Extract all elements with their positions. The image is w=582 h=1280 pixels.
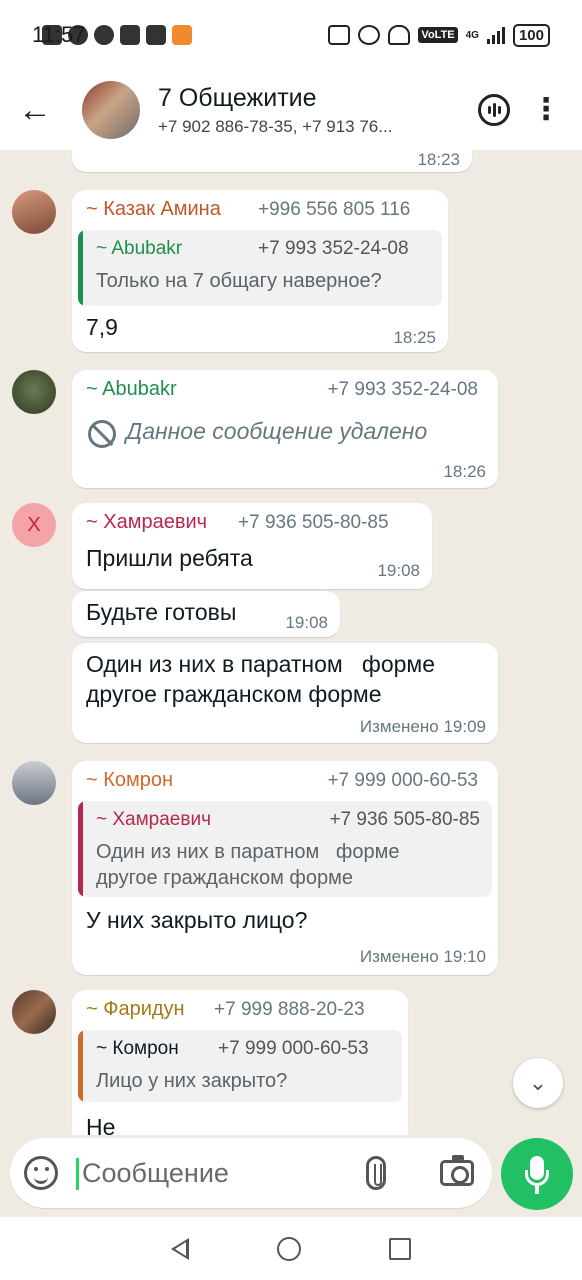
message-time: 18:25 bbox=[393, 328, 436, 347]
message-bubble[interactable]: 18:23 bbox=[72, 150, 472, 172]
mic-button[interactable] bbox=[501, 1138, 573, 1210]
quoted-message[interactable]: ~ Хамраевич +7 936 505-80-85 Один из них… bbox=[78, 801, 492, 897]
scroll-down-button[interactable]: ⌄ bbox=[513, 1058, 563, 1108]
message-bubble[interactable]: ~ Комрон +7 999 000-60-53 ~ Хамраевич +7… bbox=[72, 761, 498, 975]
quote-phone: +7 993 352-24-08 bbox=[258, 238, 409, 259]
app-icon bbox=[172, 25, 192, 45]
sticker-icon[interactable] bbox=[24, 1156, 58, 1190]
app-icon bbox=[120, 25, 140, 45]
sender-name: ~ Фаридун bbox=[86, 998, 185, 1020]
message-time: 18:26 bbox=[443, 462, 486, 481]
avatar[interactable] bbox=[12, 370, 56, 414]
message-bubble[interactable]: ~ Хамраевич +7 936 505-80-85 Пришли ребя… bbox=[72, 503, 432, 589]
sender-name: ~ Хамраевич bbox=[86, 511, 208, 533]
quoted-message[interactable]: ~ Комрон +7 999 000-60-53 Лицо у них зак… bbox=[78, 1030, 402, 1102]
network-gen-label: 4G bbox=[465, 29, 479, 41]
text-cursor bbox=[76, 1158, 79, 1190]
message-text: У них закрыто лицо? bbox=[86, 907, 308, 933]
message-time: Изменено 19:10 bbox=[359, 947, 486, 966]
quote-bar bbox=[78, 801, 83, 897]
quote-text: Только на 7 общагу наверное? bbox=[96, 270, 382, 292]
avatar[interactable] bbox=[12, 761, 56, 805]
back-button[interactable]: ← bbox=[0, 70, 70, 150]
volte-label: VoLTE bbox=[418, 27, 458, 43]
app-icon bbox=[94, 25, 114, 45]
signal-icon bbox=[486, 26, 505, 44]
nav-recents-icon[interactable] bbox=[389, 1237, 411, 1260]
message-time: 18:23 bbox=[417, 150, 460, 169]
chat-header: ← 7 Общежитие +7 902 886-78-35, +7 913 7… bbox=[0, 70, 582, 150]
message-bubble[interactable]: ~ Abubakr +7 993 352-24-08 Данное сообще… bbox=[72, 370, 498, 488]
message-text: Будьте готовы bbox=[86, 599, 237, 625]
system-nav-bar bbox=[0, 1217, 582, 1280]
scroll-down-icon: ⌄ bbox=[528, 1070, 548, 1095]
quote-text-line: Один из них в паратном форме bbox=[96, 841, 400, 863]
quote-sender: ~ Хамраевич bbox=[96, 809, 211, 830]
quoted-message[interactable]: ~ Abubakr +7 993 352-24-08 Только на 7 о… bbox=[78, 230, 442, 306]
sender-name: ~ Abubakr bbox=[86, 378, 177, 400]
quote-bar bbox=[78, 230, 83, 306]
avatar[interactable]: X bbox=[12, 503, 56, 547]
message-input-bar[interactable] bbox=[10, 1138, 492, 1208]
camera-icon[interactable] bbox=[440, 1155, 474, 1186]
mic-icon-stand bbox=[535, 1186, 539, 1194]
sender-phone: +7 936 505-80-85 bbox=[238, 512, 389, 533]
more-vert-icon: ⋮ bbox=[531, 93, 561, 126]
status-bar: 11:57 VoLTE 4G 100 bbox=[0, 0, 582, 70]
chat-title-area[interactable]: 7 Общежитие +7 902 886-78-35, +7 913 76.… bbox=[158, 84, 448, 137]
message-text-line: Один из них в паратном форме bbox=[86, 651, 436, 677]
message-text-line: другое гражданском форме bbox=[86, 681, 382, 707]
message-text: 7,9 bbox=[86, 314, 118, 340]
message-list[interactable]: 18:23 ~ Казак Амина +996 556 805 116 ~ A… bbox=[0, 150, 582, 1135]
alarm-icon bbox=[358, 25, 381, 45]
sender-phone: +7 999 000-60-53 bbox=[327, 770, 478, 791]
nav-back-icon[interactable] bbox=[171, 1237, 189, 1260]
quote-phone: +7 936 505-80-85 bbox=[329, 809, 480, 830]
avatar-letter: X bbox=[27, 513, 41, 536]
voice-chat-button[interactable] bbox=[472, 88, 516, 132]
group-avatar[interactable] bbox=[82, 81, 140, 139]
deleted-icon bbox=[88, 420, 116, 448]
message-time: 19:08 bbox=[285, 613, 328, 632]
headphones-icon bbox=[388, 25, 411, 45]
quote-text-line: другое гражданском форме bbox=[96, 867, 353, 889]
message-time: 19:08 bbox=[377, 561, 420, 580]
message-time: Изменено 19:09 bbox=[359, 717, 486, 736]
sender-phone: +7 999 888-20-23 bbox=[214, 999, 365, 1020]
nav-home-icon[interactable] bbox=[277, 1236, 301, 1261]
attach-icon[interactable] bbox=[366, 1156, 386, 1190]
message-text: Пришли ребята bbox=[86, 545, 253, 571]
composer bbox=[0, 1135, 582, 1217]
mic-icon-cup bbox=[525, 1170, 549, 1186]
message-input[interactable] bbox=[82, 1154, 342, 1192]
sender-name: ~ Комрон bbox=[86, 769, 174, 791]
message-bubble[interactable]: ~ Казак Амина +996 556 805 116 ~ Abubakr… bbox=[72, 190, 448, 352]
quote-text: Лицо у них закрыто? bbox=[96, 1070, 288, 1092]
sender-name: ~ Казак Амина bbox=[86, 198, 221, 220]
avatar[interactable] bbox=[12, 190, 56, 234]
more-options-button[interactable]: ⋮ bbox=[524, 88, 568, 132]
battery-indicator: 100 bbox=[512, 23, 550, 47]
system-icons: VoLTE 4G 100 bbox=[328, 23, 550, 47]
status-time: 11:57 bbox=[32, 22, 86, 47]
nfc-icon bbox=[328, 25, 351, 45]
chat-subtitle: +7 902 886-78-35, +7 913 76... bbox=[158, 116, 393, 136]
message-text: Данное сообщение удалено bbox=[126, 418, 428, 444]
message-bubble[interactable]: Один из них в паратном форме другое граж… bbox=[72, 643, 498, 743]
chat-title: 7 Общежитие bbox=[158, 83, 317, 112]
avatar[interactable] bbox=[12, 990, 56, 1034]
message-bubble[interactable]: ~ Фаридун +7 999 888-20-23 ~ Комрон +7 9… bbox=[72, 990, 408, 1135]
voice-chat-icon bbox=[478, 94, 510, 126]
app-icon bbox=[146, 25, 166, 45]
back-arrow-icon: ← bbox=[18, 90, 52, 129]
message-text: Не bbox=[86, 1114, 116, 1135]
quote-sender: ~ Комрон bbox=[96, 1038, 179, 1059]
sender-phone: +7 993 352-24-08 bbox=[327, 379, 478, 400]
quote-phone: +7 999 000-60-53 bbox=[218, 1038, 369, 1059]
quote-sender: ~ Abubakr bbox=[96, 238, 183, 259]
sender-phone: +996 556 805 116 bbox=[258, 199, 411, 220]
message-bubble[interactable]: Будьте готовы 19:08 bbox=[72, 591, 340, 637]
quote-bar bbox=[78, 1030, 83, 1102]
